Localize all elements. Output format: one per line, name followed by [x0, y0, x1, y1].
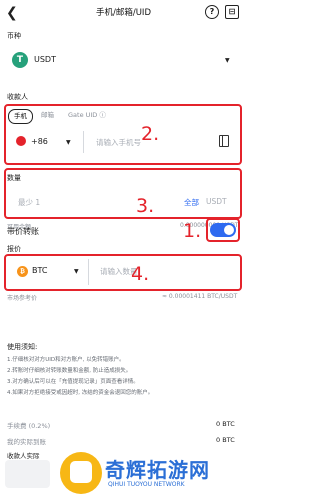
reference-price-label: 市场参考价: [7, 295, 38, 302]
annotation-label-4: 4.: [131, 263, 150, 285]
priced-transfer-toggle[interactable]: [210, 223, 236, 237]
watermark-title: 奇辉拓游网: [105, 458, 210, 482]
country-code[interactable]: +86: [31, 137, 48, 146]
amount-unit: USDT: [206, 197, 227, 206]
usdt-logo-icon: T: [12, 52, 28, 68]
top-bar: ❮ 手机/邮箱/UID ? ⊟: [0, 0, 247, 28]
btc-logo-icon: ₿: [17, 266, 28, 277]
annotation-box-3: [4, 168, 242, 219]
tab-phone[interactable]: 手机: [8, 109, 33, 124]
confirm-button[interactable]: [5, 460, 50, 488]
divider: [88, 259, 89, 285]
notes-title: 使用须知:: [7, 343, 38, 351]
fee-value: 0 BTC: [216, 420, 235, 428]
note-item: 3.对方确认后可以在「充值提现记录」页面查看详情。: [7, 379, 139, 385]
currency-value: USDT: [34, 55, 56, 64]
contacts-book-icon[interactable]: [219, 135, 229, 147]
country-code-chevron-icon[interactable]: ▼: [66, 139, 71, 146]
received-value: 0 BTC: [216, 436, 235, 444]
china-flag-icon: [16, 136, 26, 146]
received-label: 我的实际到账: [7, 438, 46, 446]
divider: [83, 131, 84, 153]
amount-input[interactable]: 最少 1: [18, 197, 40, 208]
chevron-down-icon: ▼: [225, 57, 230, 64]
tab-email[interactable]: 邮箱: [41, 109, 54, 122]
annotation-box-2: [4, 104, 242, 165]
usage-notes: 使用须知: 1.仔细核对对方UID和对方账户, 以免转错账户。 2.转账时仔细核…: [7, 342, 241, 399]
reference-price-value: ≈ 0.00001411 BTC/USDT: [162, 293, 238, 300]
phone-input[interactable]: 请输入手机号: [96, 137, 141, 148]
annotation-label-2: 2.: [141, 123, 160, 145]
price-coin-chevron-icon[interactable]: ▼: [74, 268, 79, 275]
note-item: 2.转账时仔细核对转账数量和金额, 防止造成损失。: [7, 368, 132, 374]
price-label: 报价: [7, 245, 21, 253]
tab-gate-uid[interactable]: Gate UID ⓘ: [68, 109, 106, 122]
fee-label: 手续费 (0.2%): [7, 422, 51, 430]
recipient-paid-label: 收款人实际: [7, 452, 40, 460]
all-button[interactable]: 全部: [184, 197, 199, 208]
annotation-label-3: 3.: [136, 195, 155, 217]
help-icon[interactable]: ?: [205, 5, 219, 19]
priced-transfer-label: 带价转账: [7, 227, 39, 236]
note-item: 1.仔细核对对方UID和对方账户, 以免转错账户。: [7, 357, 125, 363]
toggle-knob: [224, 225, 234, 235]
currency-select[interactable]: T USDT ▼: [7, 46, 240, 74]
annotation-label-1: 1.: [183, 220, 202, 242]
watermark-subtitle: QIHUI TUOYOU NETWORK: [108, 481, 185, 488]
price-coin[interactable]: BTC: [32, 266, 48, 275]
recipient-label: 收款人: [7, 93, 28, 101]
note-item: 4.如果对方拒绝接受或因超时, 冻结的资金会退回您的账户。: [7, 390, 154, 396]
scan-icon[interactable]: ⊟: [225, 5, 239, 19]
watermark-logo-icon: [60, 452, 102, 494]
currency-label: 币种: [7, 32, 21, 40]
